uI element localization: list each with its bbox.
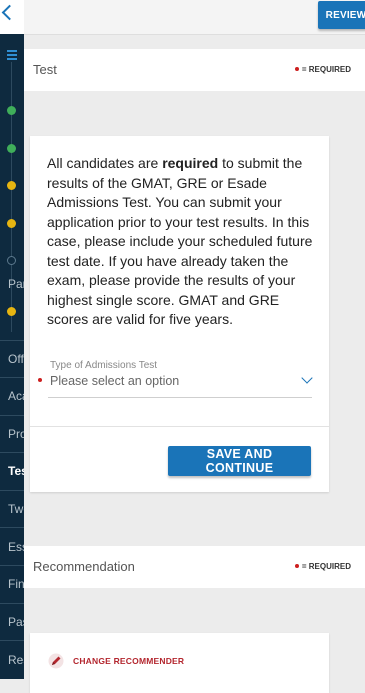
progress-timeline (11, 62, 12, 332)
sidebar-item-two[interactable]: Two (8, 502, 24, 516)
status-in-progress-icon (7, 219, 16, 228)
status-complete-icon (7, 144, 16, 153)
sidebar-divider (0, 527, 24, 528)
sidebar-item-financial[interactable]: Fin (8, 577, 24, 591)
sidebar-divider (0, 452, 24, 453)
back-button[interactable] (0, 0, 24, 34)
status-in-progress-icon (7, 181, 16, 190)
status-complete-icon (7, 106, 16, 115)
sidebar-divider (0, 565, 24, 566)
chevron-left-icon (1, 4, 18, 21)
sidebar-divider (0, 490, 24, 491)
chevron-down-icon[interactable] (301, 372, 313, 384)
select-underline (48, 397, 312, 398)
admissions-test-select[interactable]: Please select an option (50, 374, 179, 388)
required-legend: = REQUIRED (294, 562, 351, 571)
review-button[interactable]: REVIEW (318, 1, 365, 29)
sidebar-divider (0, 340, 24, 341)
sidebar-divider (0, 377, 24, 378)
sidebar-item-passport[interactable]: Pas (8, 615, 24, 629)
section-title: Recommendation (33, 559, 135, 574)
sidebar-divider (0, 640, 24, 641)
required-dot-icon (294, 563, 299, 568)
section-title: Test (33, 62, 57, 77)
sidebar-item-professional[interactable]: Pro (8, 427, 24, 441)
sidebar-nav: Par Off Aca Pro Tes Two Ess Fin Pas Res (0, 0, 24, 679)
required-dot-icon (38, 378, 42, 382)
change-recommender-label: CHANGE RECOMMENDER (73, 656, 185, 666)
sidebar-item-test[interactable]: Tes (8, 464, 24, 478)
hamburger-menu-icon[interactable] (7, 50, 17, 62)
test-section-header: Test = REQUIRED (24, 49, 365, 91)
required-dot-icon (294, 66, 299, 71)
sidebar-item-essays[interactable]: Ess (8, 540, 24, 554)
card-divider (30, 426, 329, 427)
select-label: Type of Admissions Test (50, 360, 158, 371)
test-instructions: All candidates are required to submit th… (47, 155, 313, 327)
test-card: All candidates are required to submit th… (30, 136, 329, 492)
sidebar-item-offer[interactable]: Off (8, 352, 24, 366)
sidebar-divider (0, 603, 24, 604)
sidebar-item-personal[interactable]: Par (8, 277, 24, 291)
recommendation-section-header: Recommendation = REQUIRED (24, 546, 365, 588)
status-in-progress-icon (7, 307, 16, 316)
pencil-icon (48, 653, 64, 669)
sidebar-item-academic[interactable]: Aca (8, 389, 24, 403)
sidebar-item-resume[interactable]: Res (8, 653, 24, 667)
sidebar-divider (0, 415, 24, 416)
top-bar: REVIEW (24, 0, 365, 35)
required-legend: = REQUIRED (294, 65, 351, 74)
status-empty-icon (7, 256, 16, 265)
recommendation-card: CHANGE RECOMMENDER (30, 633, 329, 693)
save-and-continue-button[interactable]: SAVE AND CONTINUE (168, 446, 311, 476)
